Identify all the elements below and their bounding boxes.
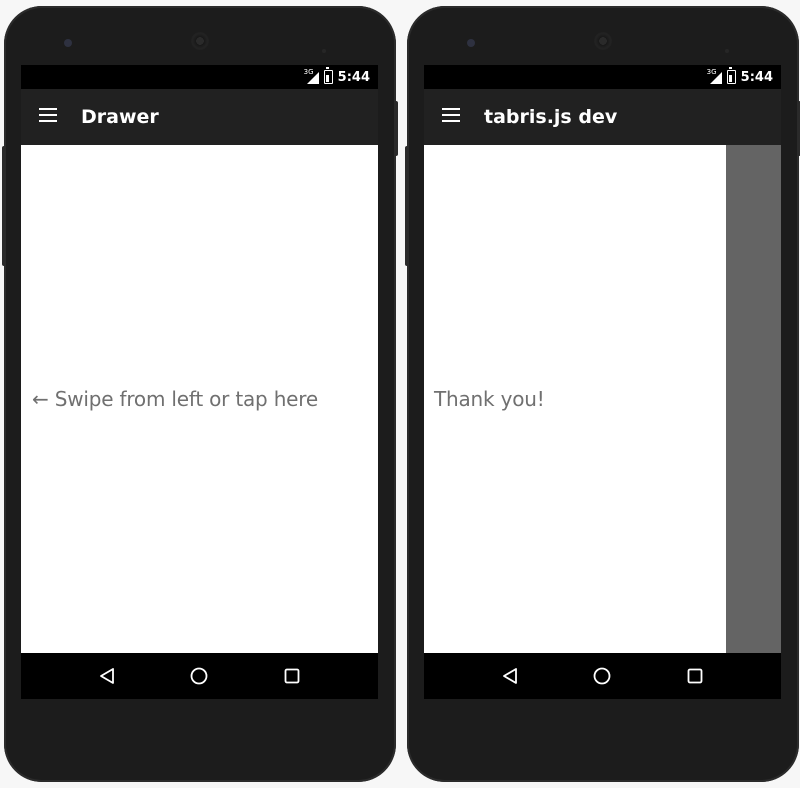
screen: 3G 5:44 tabris.js dev Thank you!	[424, 65, 781, 699]
cell-signal-icon: 3G	[707, 68, 722, 84]
home-button[interactable]	[590, 664, 614, 688]
main-content: Thank you!	[424, 145, 781, 653]
main-content: ← Swipe from left or tap here	[21, 145, 378, 653]
battery-icon	[726, 67, 736, 84]
square-recents-icon	[687, 668, 703, 684]
circle-home-icon	[594, 667, 611, 685]
side-button	[394, 101, 398, 156]
app-toolbar: Drawer	[21, 89, 378, 145]
status-time: 5:44	[740, 69, 773, 85]
phone-frame-left: 3G 5:44 Drawer ← Swipe from left or tap …	[2, 6, 398, 782]
navigation-bar	[424, 653, 781, 699]
proximity-sensors	[725, 40, 739, 71]
square-recents-icon	[284, 668, 300, 684]
hamburger-menu-icon[interactable]	[39, 108, 57, 122]
phone-frame-right: 3G 5:44 tabris.js dev Thank you!	[405, 6, 800, 782]
triangle-back-icon	[503, 668, 518, 684]
earpiece-speaker	[191, 32, 209, 50]
back-button[interactable]	[95, 664, 119, 688]
swipe-hint-text[interactable]: ← Swipe from left or tap here	[32, 387, 318, 411]
status-bar: 3G 5:44	[21, 65, 378, 89]
toolbar-title: Drawer	[81, 106, 159, 128]
side-button	[2, 146, 6, 266]
toolbar-title: tabris.js dev	[484, 106, 618, 128]
front-camera	[467, 39, 475, 47]
battery-icon	[323, 67, 333, 84]
earpiece-speaker	[594, 32, 612, 50]
back-button[interactable]	[498, 664, 522, 688]
proximity-sensors	[322, 40, 336, 71]
recents-button[interactable]	[280, 664, 304, 688]
circle-home-icon	[191, 667, 208, 685]
status-bar: 3G 5:44	[424, 65, 781, 89]
screen: 3G 5:44 Drawer ← Swipe from left or tap …	[21, 65, 378, 699]
hamburger-menu-icon[interactable]	[442, 108, 460, 122]
side-button	[405, 146, 409, 266]
home-button[interactable]	[187, 664, 211, 688]
status-time: 5:44	[337, 69, 370, 85]
navigation-bar	[21, 653, 378, 699]
app-toolbar: tabris.js dev	[424, 89, 781, 145]
cell-signal-icon: 3G	[304, 68, 319, 84]
drawer-scrim-edge[interactable]	[726, 145, 781, 653]
recents-button[interactable]	[683, 664, 707, 688]
front-camera	[64, 39, 72, 47]
thank-you-text: Thank you!	[434, 387, 545, 411]
triangle-back-icon	[100, 668, 115, 684]
